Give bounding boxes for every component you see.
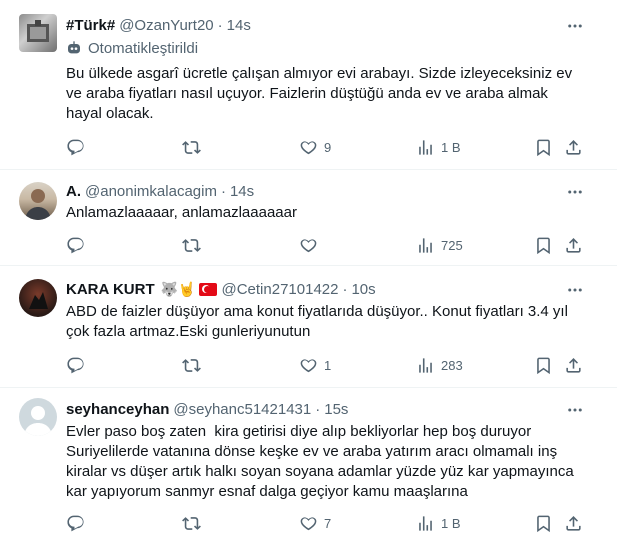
turkey-flag-icon	[199, 282, 218, 296]
retweet-button[interactable]	[182, 135, 207, 159]
share-button[interactable]	[564, 511, 583, 535]
like-button[interactable]	[299, 233, 324, 257]
bookmark-icon	[537, 357, 550, 374]
tweet-1[interactable]: #Türk# @OzanYurt20 · 14s Otomatikleştiri…	[0, 0, 617, 170]
bookmark-icon	[537, 515, 550, 532]
avatar[interactable]	[19, 398, 57, 436]
views-button[interactable]: 1 B	[416, 511, 461, 535]
user-handle[interactable]: @Cetin27101422	[221, 281, 338, 298]
views-button[interactable]: 1 B	[416, 135, 461, 159]
tweet-4[interactable]: seyhanceyhan @seyhanc51421431 · 15s Evle…	[0, 388, 617, 543]
share-button[interactable]	[564, 353, 583, 377]
tweet-time[interactable]: 14s	[227, 17, 251, 34]
views-icon	[419, 139, 432, 155]
more-icon[interactable]	[563, 16, 587, 36]
share-icon	[566, 139, 581, 155]
tweet-text: Evler paso boş zaten kira getirisi diye …	[66, 423, 578, 500]
retweet-icon	[182, 238, 201, 252]
bookmark-button[interactable]	[534, 511, 553, 535]
like-button[interactable]: 9	[299, 135, 331, 159]
retweet-icon	[182, 358, 201, 372]
views-count: 725	[441, 237, 463, 253]
retweet-button[interactable]	[182, 233, 207, 257]
separator-dot: ·	[217, 16, 223, 34]
reply-button[interactable]	[66, 135, 91, 159]
robot-icon	[68, 41, 80, 54]
share-icon	[566, 237, 581, 253]
views-icon	[419, 237, 432, 253]
reply-icon	[67, 357, 84, 373]
views-count: 1 B	[441, 139, 461, 155]
like-icon	[300, 358, 317, 372]
user-name[interactable]: seyhanceyhan	[66, 401, 169, 418]
tweet-time[interactable]: 10s	[351, 281, 375, 298]
views-button[interactable]: 725	[416, 233, 463, 257]
like-icon	[300, 516, 317, 530]
like-count: 9	[324, 139, 332, 155]
reply-icon	[67, 515, 84, 531]
share-button[interactable]	[564, 135, 583, 159]
tweet-text: Anlamazlaaaaar, anlamazlaaaaaar	[66, 204, 297, 221]
bookmark-icon	[537, 237, 550, 254]
like-icon	[300, 238, 317, 252]
more-icon[interactable]	[563, 280, 587, 300]
action-bar: 9 1 B	[66, 135, 596, 159]
more-icon[interactable]	[563, 400, 587, 420]
reply-button[interactable]	[66, 511, 91, 535]
avatar[interactable]	[19, 14, 57, 52]
user-name[interactable]: KARA KURT	[66, 281, 155, 298]
share-button[interactable]	[564, 233, 583, 257]
automated-text: Otomatikleştirildi	[88, 39, 199, 57]
tweet-3[interactable]: KARA KURT 🐺🤘 @Cetin27101422 · 10s ABD de…	[0, 266, 617, 388]
user-name[interactable]: A.	[66, 183, 81, 200]
views-count: 1 B	[441, 515, 461, 531]
user-handle[interactable]: @seyhanc51421431	[173, 401, 311, 418]
reply-icon	[67, 139, 84, 155]
tweet-time[interactable]: 15s	[324, 401, 348, 418]
like-button[interactable]: 7	[299, 511, 331, 535]
like-icon	[300, 140, 317, 154]
bookmark-button[interactable]	[534, 135, 553, 159]
retweet-button[interactable]	[182, 353, 207, 377]
reply-button[interactable]	[66, 353, 91, 377]
like-button[interactable]: 1	[299, 353, 331, 377]
automated-label: Otomatikleştirildi	[66, 38, 198, 58]
tweet-text: Bu ülkede asgarî ücretle çalışan almıyor…	[66, 65, 577, 122]
more-icon[interactable]	[563, 182, 587, 202]
avatar[interactable]	[19, 182, 57, 220]
share-icon	[566, 357, 581, 373]
user-handle[interactable]: @anonimkalacagim	[85, 183, 217, 200]
avatar[interactable]	[19, 279, 57, 317]
bookmark-button[interactable]	[534, 233, 553, 257]
retweet-icon	[182, 516, 201, 530]
action-bar: 1 283	[66, 353, 596, 377]
separator-dot: ·	[220, 182, 226, 200]
views-icon	[419, 515, 432, 531]
name-emoji: 🐺🤘	[160, 280, 196, 297]
like-count: 7	[324, 515, 332, 531]
tweet-text: ABD de faizler düşüyor ama konut fiyatla…	[66, 303, 573, 340]
tweet-2[interactable]: A. @anonimkalacagim · 14s Anlamazlaaaaar…	[0, 170, 617, 266]
views-button[interactable]: 283	[416, 353, 463, 377]
tweet-time[interactable]: 14s	[230, 183, 254, 200]
reply-button[interactable]	[66, 233, 91, 257]
action-bar: 7 1 B	[66, 511, 596, 535]
bookmark-icon	[537, 139, 550, 156]
views-icon	[419, 357, 432, 373]
retweet-button[interactable]	[182, 511, 207, 535]
retweet-icon	[182, 140, 201, 154]
bookmark-button[interactable]	[534, 353, 553, 377]
reply-icon	[67, 237, 84, 253]
user-name[interactable]: #Türk#	[66, 17, 115, 34]
action-bar: 725	[66, 233, 596, 257]
separator-dot: ·	[342, 280, 348, 298]
separator-dot: ·	[315, 400, 321, 418]
views-count: 283	[441, 357, 463, 373]
like-count: 1	[324, 357, 332, 373]
user-handle[interactable]: @OzanYurt20	[119, 17, 213, 34]
share-icon	[566, 515, 581, 531]
